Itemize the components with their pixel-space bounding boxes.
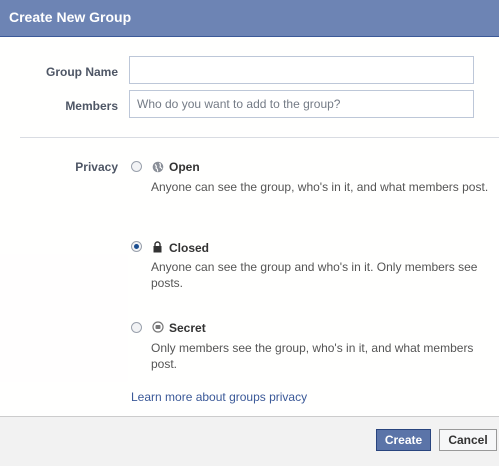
shield-icon [151, 320, 164, 333]
privacy-open-description: Anyone can see the group, who's in it, a… [151, 180, 489, 194]
privacy-closed-radio[interactable] [131, 241, 142, 252]
privacy-closed-description: Anyone can see the group and who's in it… [151, 260, 478, 290]
group-name-input[interactable] [129, 56, 474, 84]
dialog-title: Create New Group [9, 9, 132, 25]
create-group-dialog: Create New Group Group Name Members Priv… [0, 0, 499, 466]
privacy-open-radio[interactable] [131, 161, 142, 172]
lock-icon [151, 240, 164, 253]
privacy-secret-description: Only members see the group, who's in it,… [151, 341, 474, 371]
section-divider [20, 137, 499, 138]
dialog-footer: Create Cancel [0, 416, 499, 466]
create-button[interactable]: Create [376, 429, 431, 451]
privacy-label: Privacy [75, 160, 118, 174]
privacy-closed-title: Closed [169, 241, 210, 255]
privacy-secret-radio[interactable] [131, 322, 142, 333]
privacy-open-title: Open [169, 160, 200, 174]
learn-more-privacy-link[interactable]: Learn more about groups privacy [131, 390, 307, 404]
members-label: Members [65, 99, 118, 113]
globe-icon [151, 160, 164, 173]
dialog-title-bar: Create New Group [0, 0, 499, 37]
group-name-label: Group Name [45, 65, 118, 79]
members-input[interactable] [129, 90, 474, 118]
cancel-button[interactable]: Cancel [439, 429, 497, 451]
privacy-secret-title: Secret [169, 321, 206, 335]
